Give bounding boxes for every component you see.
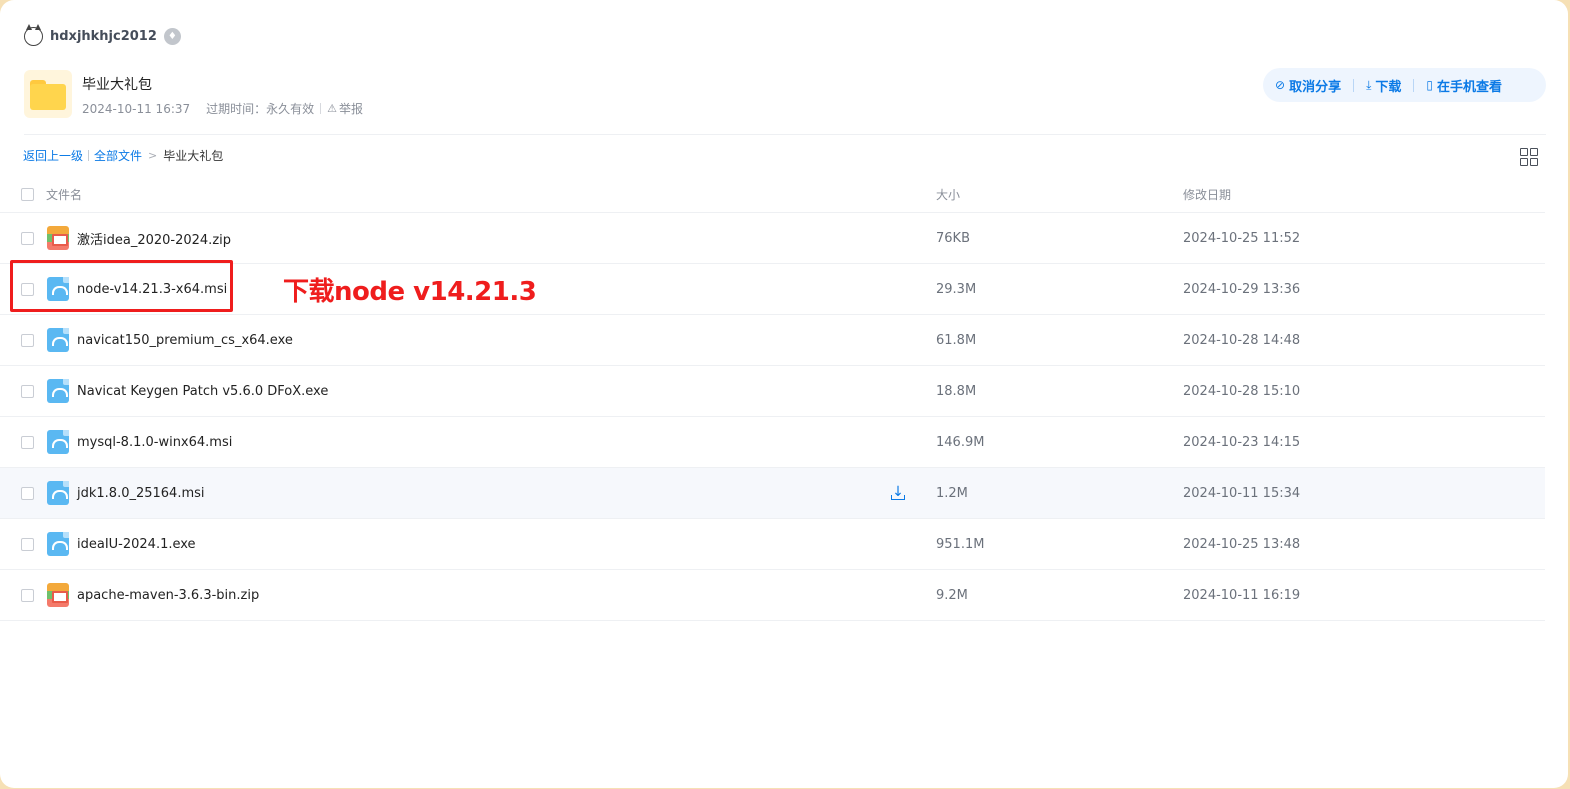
zip-file-icon	[47, 226, 69, 250]
header-name[interactable]: 文件名	[46, 186, 926, 203]
file-size: 1.2M	[936, 485, 968, 501]
msi-file-icon	[47, 328, 69, 352]
file-size: 18.8M	[936, 383, 977, 399]
file-name[interactable]: 激活idea_2020-2024.zip	[77, 229, 231, 248]
annotation-highlight-box	[10, 260, 233, 312]
msi-file-icon	[47, 379, 69, 403]
row-checkbox[interactable]	[21, 231, 34, 245]
file-name[interactable]: apache-maven-3.6.3-bin.zip	[77, 588, 259, 603]
report-link[interactable]: ⚠ 举报	[327, 100, 363, 117]
file-size: 29.3M	[936, 281, 977, 297]
select-all-checkbox[interactable]	[21, 187, 34, 201]
file-date: 2024-10-11 15:34	[1183, 485, 1301, 501]
file-name[interactable]: Navicat Keygen Patch v5.6.0 DFoX.exe	[77, 384, 328, 399]
user-bar: hdxjhkhjc2012 ♦	[24, 23, 181, 48]
row-checkbox[interactable]	[21, 384, 34, 398]
cat-avatar-icon[interactable]	[24, 23, 43, 46]
breadcrumb-separator: >	[148, 148, 158, 162]
row-checkbox[interactable]	[21, 588, 34, 602]
table-row[interactable]: 激活idea_2020-2024.zip 76KB 2024-10-25 11:52	[0, 213, 1545, 264]
forbid-icon: ⊘	[1275, 78, 1286, 92]
expire-label: 过期时间：	[206, 102, 267, 116]
row-checkbox[interactable]	[21, 333, 34, 347]
file-date: 2024-10-25 11:52	[1183, 230, 1301, 246]
table-row[interactable]: jdk1.8.0_25164.msi ↓ 1.2M 2024-10-11 15:34	[0, 468, 1545, 519]
row-download-icon[interactable]: ↓	[890, 484, 906, 502]
share-date: 2024-10-11 16:37	[82, 101, 191, 116]
phone-icon: ▯	[1426, 78, 1434, 92]
msi-file-icon	[47, 430, 69, 454]
view-on-phone-button[interactable]: ▯ 在手机查看	[1426, 76, 1502, 95]
file-size: 146.9M	[936, 434, 985, 450]
file-name[interactable]: ideaIU-2024.1.exe	[77, 537, 196, 552]
row-checkbox[interactable]	[21, 537, 34, 551]
vip-diamond-icon[interactable]: ♦	[163, 27, 181, 45]
username[interactable]: hdxjhkhjc2012	[50, 29, 157, 44]
download-button[interactable]: ⤓ 下载	[1366, 76, 1401, 95]
all-files-link[interactable]: 全部文件	[94, 147, 142, 164]
table-row[interactable]: mysql-8.1.0-winx64.msi 146.9M 2024-10-23 1…	[0, 417, 1545, 468]
msi-file-icon	[47, 532, 69, 556]
file-name-cell[interactable]: Navicat Keygen Patch v5.6.0 DFoX.exe	[47, 379, 927, 403]
table-row[interactable]: apache-maven-3.6.3-bin.zip 9.2M 2024-10-11…	[0, 570, 1545, 621]
annotation-text: 下载node v14.21.3	[283, 277, 537, 307]
file-name-cell[interactable]: ideaIU-2024.1.exe	[47, 532, 927, 556]
share-header: 毕业大礼包 2024-10-11 16:37 过期时间： 永久有效 ⚠ 举报	[24, 70, 363, 118]
file-size: 61.8M	[936, 332, 977, 348]
file-name-cell[interactable]: apache-maven-3.6.3-bin.zip	[47, 583, 927, 607]
share-actions: ⊘ 取消分享 ⤓ 下载 ▯ 在手机查看	[1263, 68, 1546, 102]
report-icon: ⚠	[327, 102, 338, 115]
breadcrumb-current: 毕业大礼包	[163, 148, 224, 163]
download-icon: ⤓	[1366, 77, 1372, 92]
file-name[interactable]: jdk1.8.0_25164.msi	[77, 486, 205, 501]
share-title: 毕业大礼包	[82, 77, 152, 93]
file-size: 9.2M	[936, 587, 968, 603]
cancel-share-button[interactable]: ⊘ 取消分享	[1275, 76, 1341, 95]
back-link[interactable]: 返回上一级	[23, 147, 83, 164]
table-row[interactable]: ideaIU-2024.1.exe 951.1M 2024-10-25 13:48	[0, 519, 1545, 570]
file-date: 2024-10-29 13:36	[1183, 281, 1301, 297]
table-header: 文件名 大小 修改日期	[0, 176, 1545, 213]
file-name-cell[interactable]: mysql-8.1.0-winx64.msi	[47, 430, 927, 454]
grid-view-icon[interactable]	[1520, 148, 1538, 166]
file-size: 951.1M	[936, 536, 985, 552]
file-date: 2024-10-28 14:48	[1183, 332, 1301, 348]
row-checkbox[interactable]	[21, 486, 34, 500]
breadcrumb: 返回上一级 全部文件 > 毕业大礼包	[23, 147, 223, 163]
file-name-cell[interactable]: navicat150_premium_cs_x64.exe	[47, 328, 927, 352]
file-name-cell[interactable]: jdk1.8.0_25164.msi	[47, 481, 927, 505]
header-date[interactable]: 修改日期	[1183, 186, 1231, 203]
file-date: 2024-10-23 14:15	[1183, 434, 1301, 450]
file-date: 2024-10-11 16:19	[1183, 587, 1301, 603]
header-size[interactable]: 大小	[936, 186, 960, 203]
file-name[interactable]: navicat150_premium_cs_x64.exe	[77, 333, 293, 348]
msi-file-icon	[47, 481, 69, 505]
divider	[24, 134, 1546, 135]
share-meta: 2024-10-11 16:37 过期时间： 永久有效 ⚠ 举报	[82, 100, 363, 117]
table-row[interactable]: navicat150_premium_cs_x64.exe 61.8M 2024-1…	[0, 315, 1545, 366]
folder-icon	[24, 70, 72, 118]
file-table: 文件名 大小 修改日期 激活idea_2020-2024.zip 76KB 2024…	[0, 176, 1545, 621]
file-date: 2024-10-28 15:10	[1183, 383, 1301, 399]
file-name[interactable]: mysql-8.1.0-winx64.msi	[77, 435, 232, 450]
file-name-cell[interactable]: 激活idea_2020-2024.zip	[47, 226, 927, 250]
table-row[interactable]: Navicat Keygen Patch v5.6.0 DFoX.exe 18.8…	[0, 366, 1545, 417]
file-date: 2024-10-25 13:48	[1183, 536, 1301, 552]
share-page: hdxjhkhjc2012 ♦ 毕业大礼包 2024-10-11 16:37 过…	[0, 0, 1568, 788]
zip-file-icon	[47, 583, 69, 607]
expire-value: 永久有效	[266, 102, 315, 116]
file-size: 76KB	[936, 230, 970, 246]
row-checkbox[interactable]	[21, 435, 34, 449]
